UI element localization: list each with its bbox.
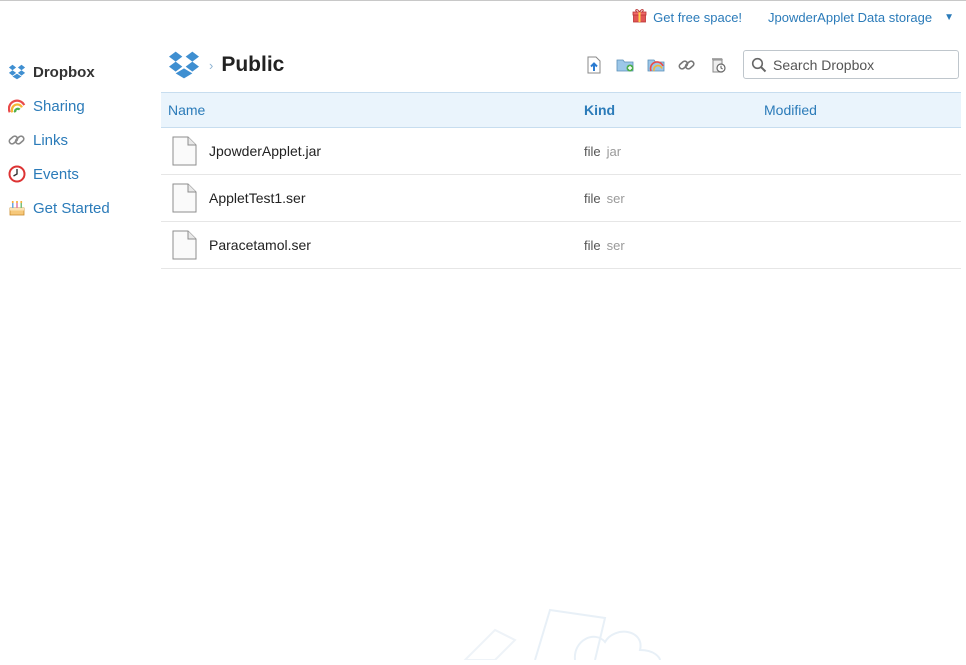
table-row[interactable]: Paracetamol.ser file ser bbox=[161, 222, 961, 269]
table-header: Name Kind Modified bbox=[161, 92, 961, 128]
clock-icon bbox=[8, 165, 26, 183]
column-header-modified[interactable]: Modified bbox=[764, 102, 817, 118]
account-menu[interactable]: JpowderApplet Data storage ▼ bbox=[768, 10, 954, 25]
table-row[interactable]: JpowderApplet.jar file jar bbox=[161, 128, 961, 175]
get-free-space-link[interactable]: Get free space! bbox=[632, 8, 742, 26]
account-label: JpowderApplet Data storage bbox=[768, 9, 933, 25]
kind-type: file bbox=[584, 237, 601, 253]
table-row[interactable]: AppletTest1.ser file ser bbox=[161, 175, 961, 222]
sidebar-item-label: Events bbox=[33, 165, 79, 183]
file-kind: file ser bbox=[584, 191, 625, 206]
kind-ext: ser bbox=[606, 190, 625, 206]
top-bar: Get free space! JpowderApplet Data stora… bbox=[632, 6, 954, 28]
upload-icon[interactable] bbox=[584, 55, 604, 75]
column-header-kind[interactable]: Kind bbox=[584, 102, 615, 118]
file-name[interactable]: Paracetamol.ser bbox=[209, 237, 311, 253]
search-icon bbox=[751, 57, 769, 73]
toolbar bbox=[584, 55, 728, 75]
share-folder-icon[interactable] bbox=[646, 55, 666, 75]
file-name[interactable]: AppletTest1.ser bbox=[209, 190, 306, 206]
top-border bbox=[0, 0, 966, 1]
sidebar-item-label: Get Started bbox=[33, 199, 110, 217]
kind-ext: jar bbox=[606, 143, 622, 159]
sidebar-item-dropbox[interactable]: Dropbox bbox=[8, 55, 148, 89]
chevron-right-icon: › bbox=[209, 57, 214, 73]
file-table: Name Kind Modified JpowderApplet.jar fil… bbox=[161, 92, 961, 269]
new-folder-icon[interactable] bbox=[615, 55, 635, 75]
dropbox-home-icon[interactable] bbox=[167, 50, 201, 80]
sidebar-item-label: Links bbox=[33, 131, 69, 149]
sidebar-item-sharing[interactable]: Sharing bbox=[8, 89, 148, 123]
file-icon bbox=[172, 230, 197, 263]
kind-type: file bbox=[584, 143, 601, 159]
file-icon bbox=[172, 183, 197, 216]
file-kind: file jar bbox=[584, 144, 621, 159]
gift-icon bbox=[632, 8, 647, 26]
search-input[interactable] bbox=[769, 56, 953, 73]
caret-down-icon: ▼ bbox=[944, 11, 954, 23]
sidebar-item-label: Sharing bbox=[33, 97, 85, 115]
empty-folder-illustration bbox=[455, 600, 695, 665]
search-box bbox=[743, 50, 959, 79]
sidebar-item-links[interactable]: Links bbox=[8, 123, 148, 157]
kind-ext: ser bbox=[606, 237, 625, 253]
file-name[interactable]: JpowderApplet.jar bbox=[209, 143, 321, 159]
dropbox-icon bbox=[8, 63, 26, 81]
kind-type: file bbox=[584, 190, 601, 206]
rainbow-icon bbox=[8, 97, 26, 115]
file-kind: file ser bbox=[584, 238, 625, 253]
page-title: Public bbox=[221, 53, 285, 76]
sidebar-item-get-started[interactable]: Get Started bbox=[8, 191, 148, 225]
sidebar-item-label: Dropbox bbox=[33, 63, 95, 81]
link-icon bbox=[8, 131, 26, 149]
column-header-name[interactable]: Name bbox=[168, 102, 205, 118]
get-free-space-label: Get free space! bbox=[653, 9, 743, 25]
cake-icon bbox=[8, 199, 26, 217]
get-link-icon[interactable] bbox=[677, 55, 697, 75]
deleted-files-icon[interactable] bbox=[708, 55, 728, 75]
breadcrumb: › Public bbox=[167, 48, 284, 82]
sidebar-item-events[interactable]: Events bbox=[8, 157, 148, 191]
file-icon bbox=[172, 136, 197, 169]
sidebar: Dropbox Sharing Links Events Get Started bbox=[8, 55, 148, 225]
